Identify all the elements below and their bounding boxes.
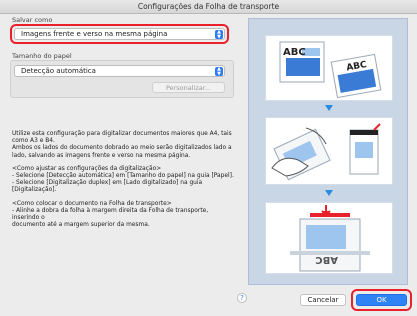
description-paragraph-2: <Como ajustar as configurações da digita… [12, 165, 234, 194]
paper-size-value: Detecção automática [21, 67, 96, 75]
ok-button[interactable]: OK [356, 294, 407, 306]
select-arrows-icon: ▲ ▼ [215, 30, 223, 39]
fold-graphic [271, 123, 381, 181]
save-as-value: Imagens frente e verso na mesma página [21, 30, 168, 38]
illustration-documents: ABC ABC [265, 35, 393, 101]
window-title: Configurações da Folha de transporte [0, 0, 417, 14]
doc-text-3: ABC [315, 254, 338, 265]
arrow-down-icon [325, 190, 333, 196]
description-paragraph-1: Utilize esta configuração para digitaliz… [12, 131, 232, 159]
save-as-label: Salvar como [12, 16, 53, 24]
illustration-insert: ABC [265, 202, 393, 274]
select-arrows-icon: ▲ ▼ [215, 67, 223, 76]
paper-size-label: Tamanho do papel [12, 52, 72, 60]
paper-size-select[interactable]: Detecção automática ▲ ▼ [14, 65, 225, 77]
illustration-fold [265, 117, 393, 185]
save-as-select[interactable]: Imagens frente e verso na mesma página ▲… [14, 28, 225, 40]
insert-graphic: ABC [290, 205, 370, 272]
doc-text-1: ABC [283, 47, 306, 58]
illustration-panel: ABC ABC ABC [248, 18, 408, 285]
description: Utilize esta configuração para digitaliz… [12, 131, 234, 235]
arrow-down-icon [325, 105, 333, 111]
cancel-button[interactable]: Cancelar [300, 294, 346, 306]
help-button[interactable]: ? [237, 293, 247, 303]
description-paragraph-3: <Como colocar o documento na Folha de tr… [12, 200, 209, 229]
documents-graphic: ABC ABC [279, 41, 382, 99]
customize-button[interactable]: Personalizar... [152, 82, 225, 93]
